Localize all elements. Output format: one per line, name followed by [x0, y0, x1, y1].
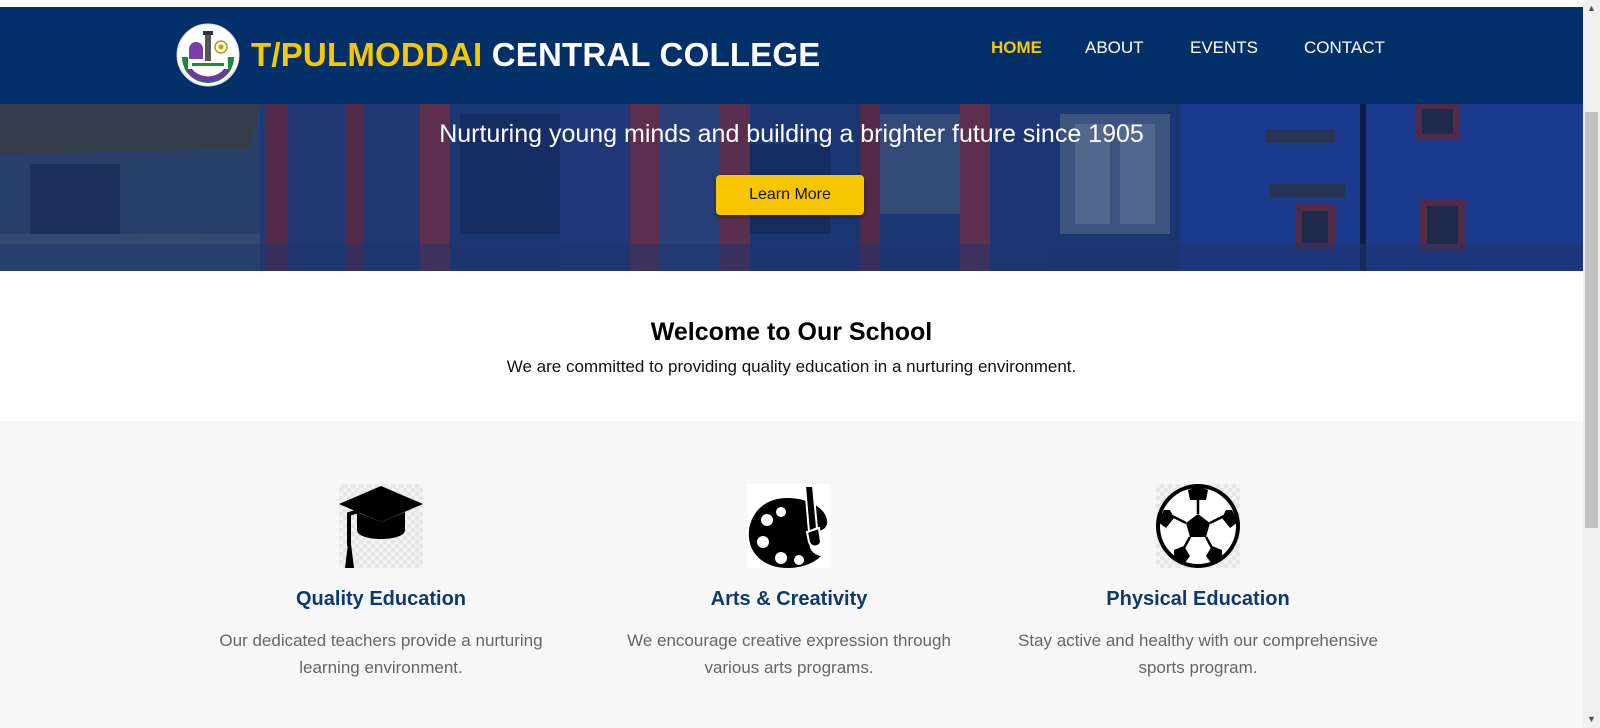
welcome-title: Welcome to Our School — [650, 318, 933, 346]
feature-title: Arts & Creativity — [710, 588, 868, 610]
site-title-accent: T/PULMODDAI — [251, 36, 483, 73]
welcome-subtitle: We are committed to providing quality ed… — [506, 357, 1077, 376]
feature-text: We encourage creative expression through… — [627, 631, 951, 677]
scrollbar-thumb[interactable] — [1585, 112, 1598, 528]
hero-section: Nurturing young minds and building a bri… — [0, 104, 1583, 271]
feature-card-quality-education: Quality Education Our dedicated teachers… — [191, 484, 571, 681]
feature-card-physical-education: Physical Education Stay active and healt… — [1008, 484, 1388, 681]
features-section: Quality Education Our dedicated teachers… — [0, 421, 1583, 728]
soccer-ball-icon — [1156, 484, 1240, 568]
page: T/PULMODDAI CENTRAL COLLEGE HOME ABOUT E… — [0, 0, 1583, 728]
feature-title: Physical Education — [1106, 588, 1290, 610]
site-title[interactable]: T/PULMODDAI CENTRAL COLLEGE — [251, 36, 820, 76]
nav-about[interactable]: ABOUT — [1085, 38, 1144, 58]
vertical-scrollbar[interactable]: ▲ ▼ — [1583, 0, 1600, 728]
hero-tagline: Nurturing young minds and building a bri… — [439, 120, 1144, 148]
learn-more-button[interactable]: Learn More — [716, 175, 864, 215]
scroll-up-arrow-icon[interactable]: ▲ — [1583, 0, 1600, 17]
nav-events[interactable]: EVENTS — [1190, 38, 1258, 58]
graduation-cap-icon — [339, 484, 423, 568]
paint-palette-icon — [747, 484, 831, 568]
nav-home[interactable]: HOME — [991, 38, 1042, 58]
feature-card-arts-creativity: Arts & Creativity We encourage creative … — [599, 484, 979, 681]
scroll-down-arrow-icon[interactable]: ▼ — [1583, 711, 1600, 728]
site-title-rest: CENTRAL COLLEGE — [491, 36, 821, 73]
school-logo[interactable] — [176, 23, 240, 87]
feature-text: Our dedicated teachers provide a nurturi… — [219, 631, 543, 677]
feature-title: Quality Education — [295, 588, 467, 610]
nav-contact[interactable]: CONTACT — [1304, 38, 1385, 58]
feature-text: Stay active and healthy with our compreh… — [1017, 631, 1379, 677]
welcome-section: Welcome to Our School We are committed t… — [0, 271, 1583, 421]
top-strip — [0, 0, 1583, 7]
site-header: T/PULMODDAI CENTRAL COLLEGE HOME ABOUT E… — [0, 7, 1583, 104]
